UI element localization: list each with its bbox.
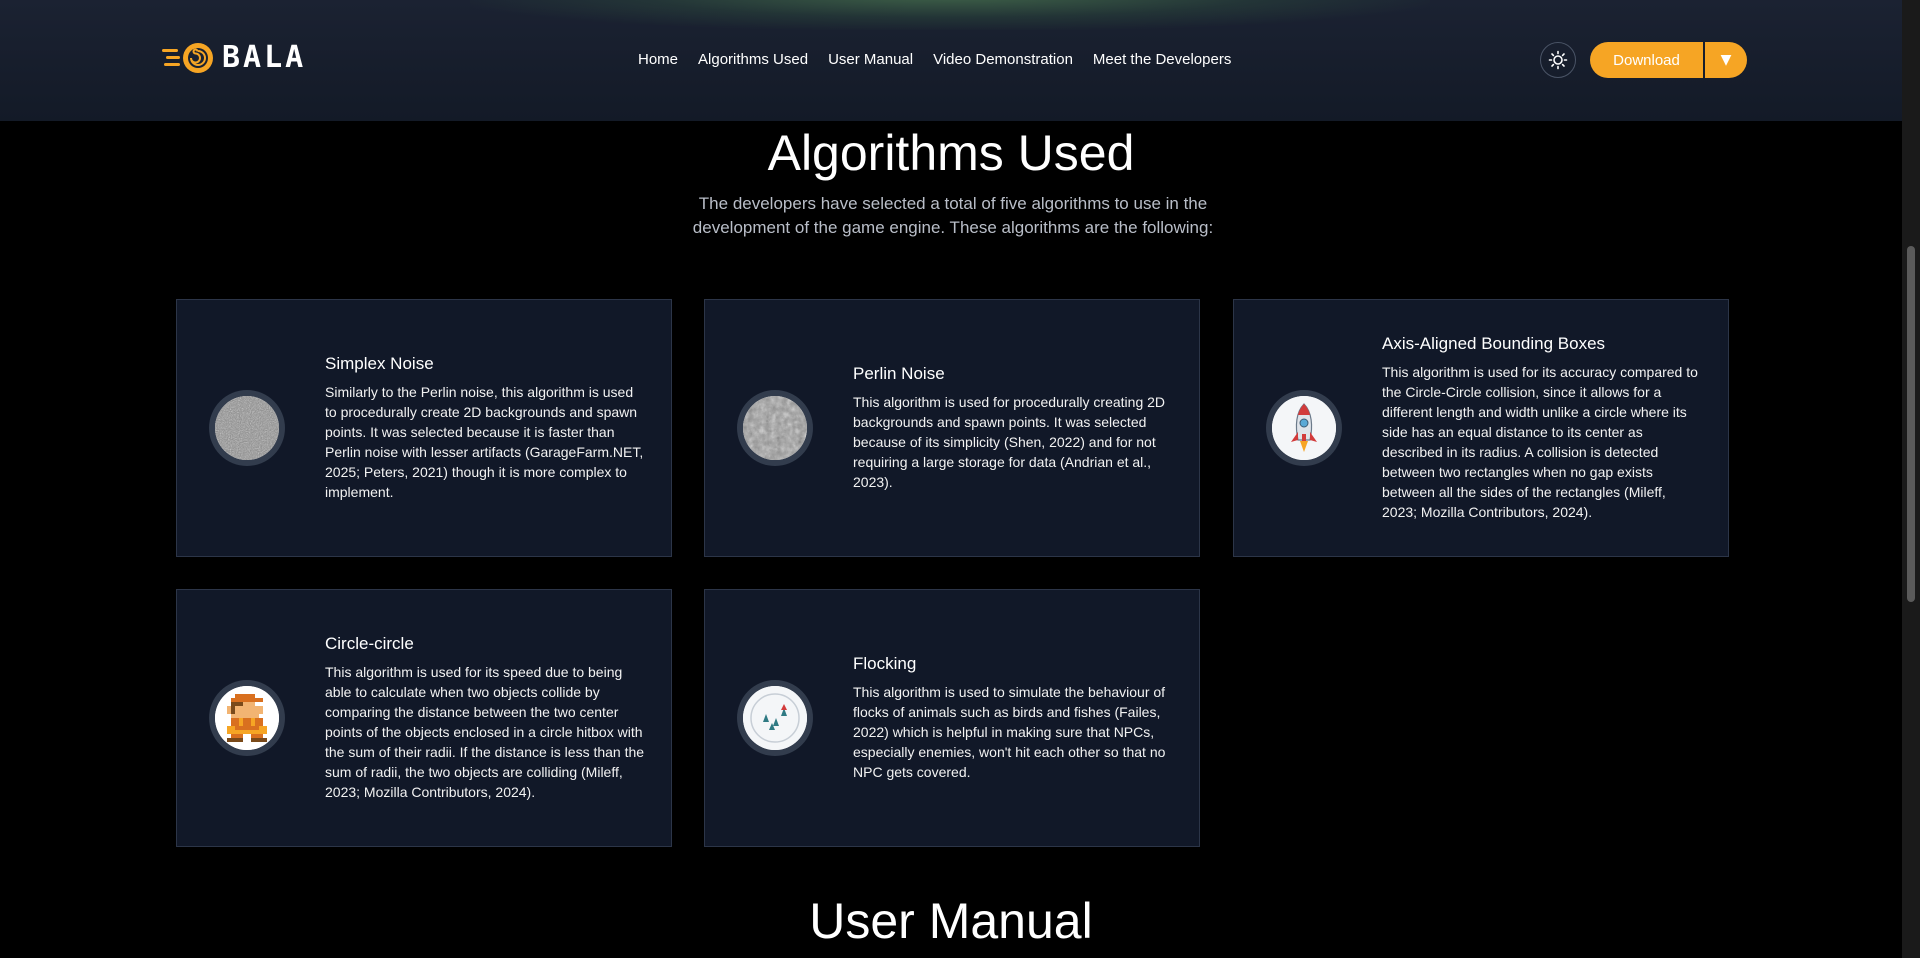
nav-video-demonstration[interactable]: Video Demonstration: [933, 50, 1073, 70]
pixel-character-icon: [215, 686, 279, 750]
card-icon-frame: [209, 390, 285, 466]
flocking-icon: [743, 686, 807, 750]
nav-user-manual[interactable]: User Manual: [828, 50, 913, 70]
algorithms-section-title: Algorithms Used: [767, 125, 1135, 181]
card-title: Perlin Noise: [853, 364, 945, 383]
algorithms-intro: The developers have selected a total of …: [692, 194, 1214, 237]
algorithm-card-circle-circle: Circle-circle This algorithm is used for…: [176, 589, 672, 847]
card-description: This algorithm is used for its accuracy …: [1382, 364, 1698, 520]
algorithm-card-simplex-noise: Simplex Noise Similarly to the Perlin no…: [176, 299, 672, 557]
card-description: This algorithm is used for its speed due…: [325, 664, 645, 800]
algorithm-card-perlin-noise: Perlin Noise This algorithm is used for …: [704, 299, 1200, 557]
perlin-noise-icon: [743, 396, 807, 460]
caret-down-icon: ▼: [1720, 52, 1732, 68]
card-icon-frame: [737, 680, 813, 756]
card-icon-frame: [209, 680, 285, 756]
simplex-noise-icon: [215, 396, 279, 460]
card-title: Simplex Noise: [325, 354, 434, 373]
download-group: Download ▼: [1590, 42, 1747, 78]
card-title: Flocking: [853, 654, 917, 673]
logo-text: BALA: [222, 40, 307, 75]
nav-algorithms-used[interactable]: Algorithms Used: [698, 50, 808, 70]
card-description: This algorithm is used to simulate the b…: [853, 684, 1166, 780]
download-dropdown-button[interactable]: ▼: [1705, 42, 1747, 78]
card-description: Similarly to the Perlin noise, this algo…: [325, 384, 644, 500]
nav-home[interactable]: Home: [638, 50, 678, 70]
main-nav: Home Algorithms Used User Manual Video D…: [638, 50, 1231, 70]
card-description: This algorithm is used for procedurally …: [853, 394, 1166, 490]
header-glow: [470, 0, 1430, 30]
site-header: BALA Home Algorithms Used User Manual Vi…: [0, 0, 1902, 121]
scrollbar-thumb[interactable]: [1907, 246, 1915, 602]
user-manual-section-title: User Manual: [809, 893, 1093, 949]
page-scrollbar[interactable]: [1902, 0, 1920, 958]
bala-logo-icon: [162, 40, 220, 76]
theme-toggle-button[interactable]: [1540, 42, 1576, 78]
nav-meet-the-developers[interactable]: Meet the Developers: [1093, 50, 1231, 70]
logo[interactable]: BALA: [162, 40, 306, 76]
sun-icon: [1548, 50, 1568, 70]
download-button[interactable]: Download: [1590, 42, 1703, 78]
algorithm-card-flocking: Flocking This algorithm is used to simul…: [704, 589, 1200, 847]
algorithm-card-aabb: Axis-Aligned Bounding Boxes This algorit…: [1233, 299, 1729, 557]
card-icon-frame: [1266, 390, 1342, 466]
card-title: Axis-Aligned Bounding Boxes: [1382, 334, 1606, 353]
card-icon-frame: [737, 390, 813, 466]
card-title: Circle-circle: [325, 634, 414, 653]
rocket-icon: [1272, 396, 1336, 460]
